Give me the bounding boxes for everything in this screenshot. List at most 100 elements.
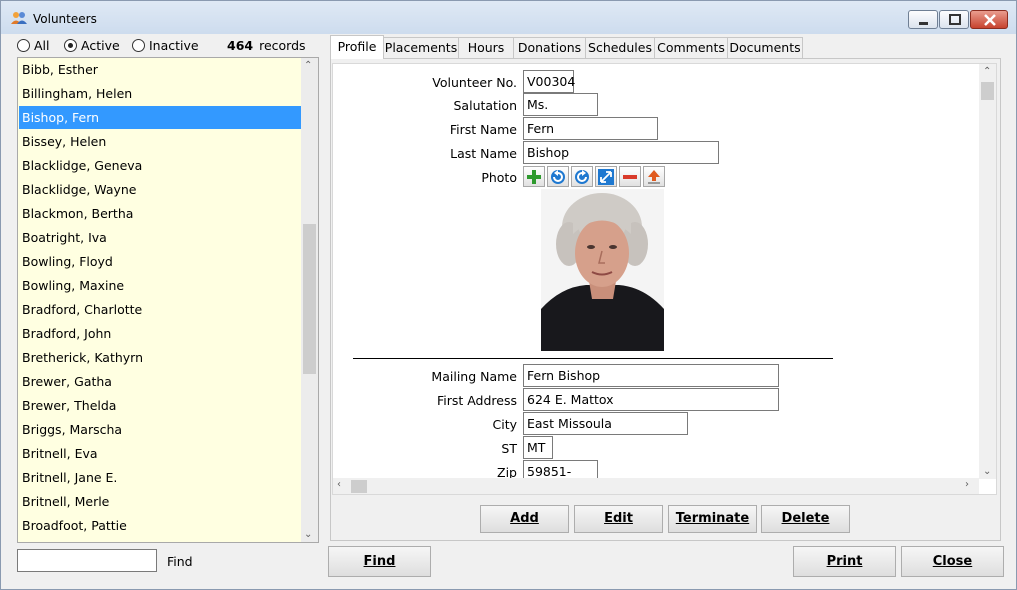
form-horizontal-scrollbar[interactable]: ‹ › — [333, 478, 979, 494]
scroll-up-icon[interactable]: ⌃ — [304, 60, 312, 71]
rotate-right-icon — [575, 170, 589, 184]
scroll-left-icon[interactable]: ‹ — [337, 479, 341, 490]
print-button[interactable]: Print — [793, 546, 896, 577]
list-item[interactable]: Broadfoot, Pattie — [19, 514, 302, 537]
close-button[interactable]: Close — [901, 546, 1004, 577]
add-icon — [527, 170, 541, 184]
salutation-field[interactable]: Ms. — [523, 93, 598, 116]
tab-donations[interactable]: Donations — [513, 37, 586, 58]
resize-photo-button[interactable] — [595, 166, 617, 187]
volunteers-window: Volunteers All Active Inactive 464 record… — [0, 0, 1017, 590]
add-photo-button[interactable] — [523, 166, 545, 187]
scroll-right-icon[interactable]: › — [965, 479, 969, 490]
form-vertical-scrollbar[interactable]: ⌃ ⌄ — [979, 64, 996, 479]
radio-dot — [17, 39, 30, 52]
list-item[interactable]: Billingham, Helen — [19, 82, 302, 105]
filter-active-label: Active — [81, 38, 120, 53]
mailing-name-field[interactable]: Fern Bishop — [523, 364, 779, 387]
last-name-label: Last Name — [450, 146, 517, 161]
list-item[interactable]: Blacklidge, Geneva — [19, 154, 302, 177]
scroll-down-icon[interactable]: ⌄ — [983, 466, 991, 477]
list-item[interactable]: Brewer, Gatha — [19, 370, 302, 393]
scroll-down-icon[interactable]: ⌄ — [304, 529, 312, 540]
first-address-label: First Address — [436, 393, 517, 408]
mailing-name-label: Mailing Name — [431, 369, 517, 384]
tab-hours[interactable]: Hours — [458, 37, 514, 58]
state-field[interactable]: MT — [523, 436, 553, 459]
city-field[interactable]: East Missoula — [523, 412, 688, 435]
list-item[interactable]: Blacklidge, Wayne — [19, 178, 302, 201]
radio-dot — [64, 39, 77, 52]
delete-button[interactable]: Delete — [761, 505, 850, 533]
add-button[interactable]: Add — [480, 505, 569, 533]
radio-dot — [132, 39, 145, 52]
tab-schedules[interactable]: Schedules — [585, 37, 655, 58]
list-item[interactable]: Britnell, Eva — [19, 442, 302, 465]
list-item[interactable]: Bowling, Floyd — [19, 250, 302, 273]
volunteer-no-field[interactable]: V00304 — [523, 70, 575, 93]
find-button[interactable]: Find — [328, 546, 431, 577]
list-item[interactable]: Brewer, Thelda — [19, 394, 302, 417]
find-input[interactable] — [17, 549, 157, 572]
filter-all-radio[interactable]: All — [17, 38, 50, 53]
close-icon — [984, 14, 996, 26]
list-item-selected[interactable]: Bishop, Fern — [19, 106, 302, 129]
people-icon — [11, 12, 27, 24]
form-scroll-thumb[interactable] — [981, 82, 994, 100]
rotate-left-icon — [551, 170, 565, 184]
remove-icon — [623, 175, 637, 179]
upload-photo-button[interactable] — [643, 166, 665, 187]
list-item[interactable]: Bradford, John — [19, 322, 302, 345]
upload-icon — [648, 170, 660, 184]
tab-profile[interactable]: Profile — [330, 35, 384, 59]
list-item[interactable]: Blackmon, Bertha — [19, 202, 302, 225]
list-scrollbar[interactable]: ⌃ ⌄ — [301, 58, 318, 542]
rotate-left-button[interactable] — [547, 166, 569, 187]
terminate-button[interactable]: Terminate — [668, 505, 757, 533]
tab-comments[interactable]: Comments — [654, 37, 728, 58]
list-item[interactable]: Boatright, Iva — [19, 226, 302, 249]
volunteer-no-label: Volunteer No. — [432, 75, 517, 90]
rotate-right-button[interactable] — [571, 166, 593, 187]
minimize-button[interactable] — [908, 10, 938, 29]
list-item[interactable]: Bowling, Maxine — [19, 274, 302, 297]
remove-photo-button[interactable] — [619, 166, 641, 187]
record-count-value: 464 — [227, 38, 254, 53]
maximize-button[interactable] — [939, 10, 969, 29]
record-count: 464 records — [227, 38, 306, 53]
edit-button[interactable]: Edit — [574, 505, 663, 533]
list-item[interactable]: Bretherick, Kathyrn — [19, 346, 302, 369]
filter-active-radio[interactable]: Active — [64, 38, 120, 53]
window-title: Volunteers — [33, 12, 97, 26]
section-divider — [353, 358, 833, 359]
filter-inactive-label: Inactive — [149, 38, 199, 53]
last-name-field[interactable]: Bishop — [523, 141, 719, 164]
tab-documents[interactable]: Documents — [727, 37, 803, 58]
list-item[interactable]: Bibb, Esther — [19, 58, 302, 81]
first-address-field[interactable]: 624 E. Mattox — [523, 388, 779, 411]
volunteer-photo — [541, 189, 664, 351]
photo-label: Photo — [481, 170, 517, 185]
city-label: City — [492, 417, 518, 432]
list-scroll-thumb[interactable] — [303, 224, 316, 374]
maximize-icon — [949, 14, 961, 25]
list-item[interactable]: Bradford, Charlotte — [19, 298, 302, 321]
close-window-button[interactable] — [970, 10, 1008, 29]
minimize-icon — [919, 22, 928, 25]
tab-placements[interactable]: Placements — [383, 37, 459, 58]
list-item[interactable]: Britnell, Merle — [19, 490, 302, 513]
filter-inactive-radio[interactable]: Inactive — [132, 38, 199, 53]
title-bar: Volunteers — [1, 1, 1016, 34]
form-hscroll-thumb[interactable] — [351, 480, 367, 493]
state-label: ST — [501, 441, 517, 456]
scroll-up-icon[interactable]: ⌃ — [983, 66, 991, 77]
volunteer-list[interactable]: Bibb, Esther Billingham, Helen Bishop, F… — [17, 57, 319, 543]
resize-icon — [598, 169, 614, 185]
first-name-label: First Name — [449, 122, 517, 137]
filter-all-label: All — [34, 38, 50, 53]
list-item[interactable]: Briggs, Marscha — [19, 418, 302, 441]
first-name-field[interactable]: Fern — [523, 117, 658, 140]
record-count-label: records — [259, 38, 306, 53]
list-item[interactable]: Britnell, Jane E. — [19, 466, 302, 489]
list-item[interactable]: Bissey, Helen — [19, 130, 302, 153]
